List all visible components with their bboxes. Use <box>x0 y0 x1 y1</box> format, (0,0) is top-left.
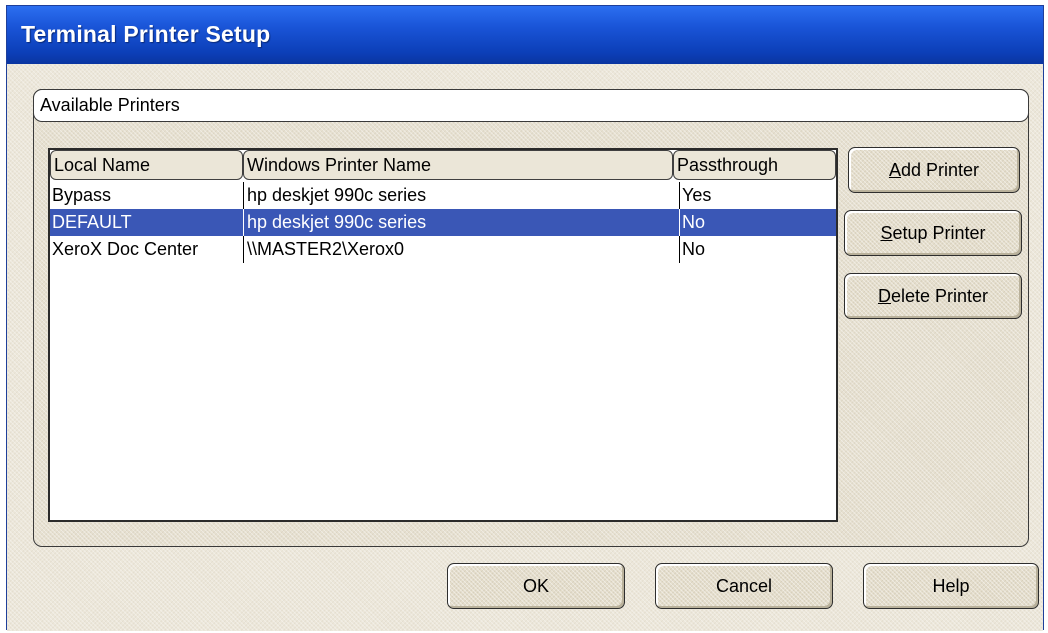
add-printer-button[interactable]: Add Printer <box>848 147 1020 193</box>
cell-passthrough: No <box>682 239 706 259</box>
group-label: Available Printers <box>40 95 180 115</box>
ok-button[interactable]: OK <box>447 563 625 609</box>
help-button[interactable]: Help <box>863 563 1039 609</box>
printer-row-default[interactable]: DEFAULT hp deskjet 990c series No <box>50 209 836 236</box>
column-separator <box>243 236 244 263</box>
setup-printer-button[interactable]: Setup Printer <box>844 210 1022 256</box>
column-header-windows-printer-name[interactable]: Windows Printer Name <box>243 150 673 180</box>
group-header: Available Printers <box>33 89 1029 122</box>
column-header-local-name[interactable]: Local Name <box>50 150 243 180</box>
column-separator <box>679 182 680 209</box>
setup-printer-mnemonic: S <box>880 222 893 243</box>
cell-local-name: XeroX Doc Center <box>52 239 199 259</box>
column-separator <box>243 209 244 236</box>
printer-row-bypass[interactable]: Bypass hp deskjet 990c series Yes <box>50 182 836 209</box>
printer-list[interactable]: Local Name Windows Printer Name Passthro… <box>48 148 838 522</box>
cell-passthrough: No <box>682 212 706 232</box>
cancel-button[interactable]: Cancel <box>655 563 833 609</box>
delete-printer-mnemonic: D <box>877 285 891 306</box>
available-printers-group: Available Printers Local Name Windows Pr… <box>33 89 1029 547</box>
column-separator <box>679 236 680 263</box>
dialog-window: Terminal Printer Setup Available Printer… <box>6 5 1044 631</box>
cell-windows-printer-name: hp deskjet 990c series <box>247 212 427 232</box>
delete-printer-label: elete Printer <box>890 285 989 306</box>
add-printer-mnemonic: A <box>888 159 901 180</box>
printer-row-xerox-doc-center[interactable]: XeroX Doc Center \\MASTER2\Xerox0 No <box>50 236 836 263</box>
add-printer-label: dd Printer <box>900 159 980 180</box>
cell-passthrough: Yes <box>682 185 712 205</box>
column-header-passthrough[interactable]: Passthrough <box>673 150 836 180</box>
window-title: Terminal Printer Setup <box>21 21 271 47</box>
column-separator <box>243 182 244 209</box>
cell-windows-printer-name: hp deskjet 990c series <box>247 185 427 205</box>
cell-windows-printer-name: \\MASTER2\Xerox0 <box>247 239 405 259</box>
column-separator <box>679 209 680 236</box>
dialog-client-area: Available Printers Local Name Windows Pr… <box>7 64 1043 631</box>
setup-printer-label: etup Printer <box>892 222 986 243</box>
title-bar[interactable]: Terminal Printer Setup <box>7 6 1043 64</box>
cell-local-name: Bypass <box>52 185 112 205</box>
delete-printer-button[interactable]: Delete Printer <box>844 273 1022 319</box>
cell-local-name: DEFAULT <box>52 212 132 232</box>
